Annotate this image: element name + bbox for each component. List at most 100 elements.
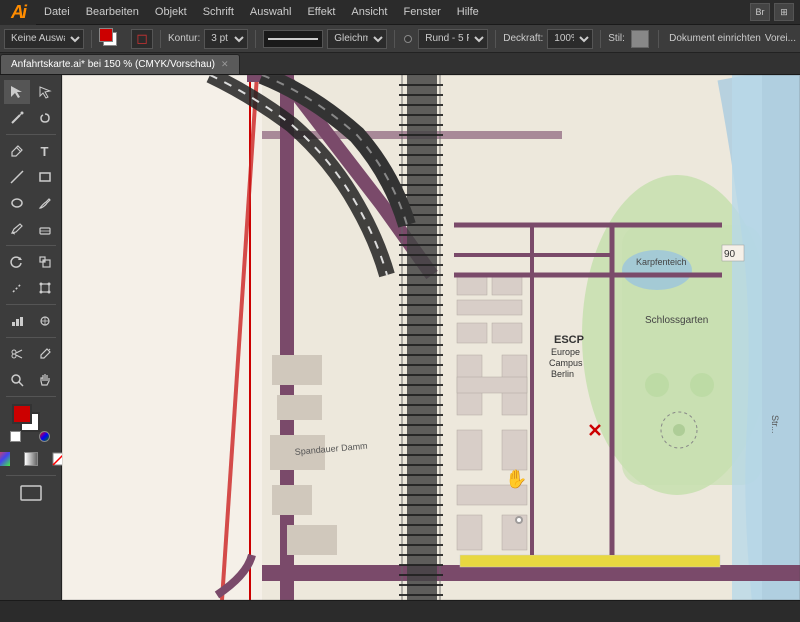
tab-label: Anfahrtskarte.ai* bei 150 % (CMYK/Vorsch… bbox=[11, 59, 215, 70]
free-transform-tool[interactable] bbox=[32, 276, 58, 300]
line-tool[interactable] bbox=[4, 165, 30, 189]
canvas-area[interactable]: 90 Spandauer Damm ESCP Europe Campus Ber… bbox=[62, 75, 800, 600]
rotate-tool-row bbox=[3, 249, 59, 275]
tool-sep-3 bbox=[6, 304, 56, 305]
tool-sep-6 bbox=[6, 475, 56, 476]
svg-text:Karpfenteich: Karpfenteich bbox=[636, 257, 687, 267]
brush-tool[interactable] bbox=[32, 191, 58, 215]
ellipse-tool[interactable] bbox=[4, 191, 30, 215]
screen-mode-btn[interactable] bbox=[18, 481, 44, 505]
menu-bearbeiten[interactable]: Bearbeiten bbox=[78, 0, 147, 25]
pen-tool-row: T bbox=[3, 138, 59, 164]
svg-text:Str...: Str... bbox=[770, 415, 780, 434]
graph-tool[interactable] bbox=[4, 309, 30, 333]
opacity-label: Deckraft: bbox=[503, 33, 543, 44]
direct-select-tool[interactable] bbox=[32, 80, 58, 104]
menu-auswahl[interactable]: Auswahl bbox=[242, 0, 300, 25]
sep3 bbox=[255, 30, 256, 48]
workspace-btn[interactable]: ⊞ bbox=[774, 3, 794, 21]
rect-tool[interactable] bbox=[32, 165, 58, 189]
style-label: Stil: bbox=[608, 33, 625, 44]
round-cap-icon bbox=[404, 35, 412, 43]
zoom-tool-row bbox=[3, 367, 59, 393]
selection-dropdown[interactable]: Keine Auswahl bbox=[4, 29, 84, 49]
symbol-sprayer-tool[interactable] bbox=[32, 309, 58, 333]
svg-text:ESCP: ESCP bbox=[554, 334, 584, 346]
fill-none-btn[interactable]: ◻ bbox=[131, 29, 153, 49]
menu-hilfe[interactable]: Hilfe bbox=[449, 0, 487, 25]
stroke-style-preview[interactable] bbox=[263, 30, 323, 48]
stroke-style-select[interactable]: Gleichm. bbox=[327, 29, 387, 49]
sep6 bbox=[600, 30, 601, 48]
rotate-tool[interactable] bbox=[4, 250, 30, 274]
svg-text:Berlin: Berlin bbox=[551, 369, 574, 379]
lasso-tool[interactable] bbox=[32, 106, 58, 130]
app-logo: Ai bbox=[0, 0, 36, 25]
default-colors-btn[interactable] bbox=[10, 431, 21, 442]
svg-text:Campus: Campus bbox=[549, 358, 583, 368]
color-swatches bbox=[10, 404, 52, 442]
warp-tool-row bbox=[3, 275, 59, 301]
menu-ansicht[interactable]: Ansicht bbox=[343, 0, 395, 25]
menu-objekt[interactable]: Objekt bbox=[147, 0, 195, 25]
magic-wand-tool[interactable] bbox=[4, 106, 30, 130]
scissor-tool-row bbox=[3, 341, 59, 367]
pen-tool[interactable] bbox=[4, 139, 30, 163]
solid-color-btn[interactable] bbox=[0, 447, 16, 471]
menubar: Ai Datei Bearbeiten Objekt Schrift Auswa… bbox=[0, 0, 800, 25]
eyedropper-tool[interactable] bbox=[32, 342, 58, 366]
menu-effekt[interactable]: Effekt bbox=[299, 0, 343, 25]
map-canvas: 90 Spandauer Damm ESCP Europe Campus Ber… bbox=[62, 75, 800, 600]
stroke-width-select[interactable]: 3 pt bbox=[204, 29, 248, 49]
statusbar bbox=[0, 600, 800, 622]
svg-text:Schlossgarten: Schlossgarten bbox=[645, 315, 708, 326]
eraser-tool[interactable] bbox=[32, 217, 58, 241]
tool-sep-5 bbox=[6, 396, 56, 397]
fill-color-swatch[interactable] bbox=[12, 404, 32, 424]
svg-text:Europe: Europe bbox=[551, 347, 580, 357]
scale-tool[interactable] bbox=[32, 250, 58, 274]
stroke-label: Kontur: bbox=[168, 33, 200, 44]
type-tool[interactable]: T bbox=[32, 139, 58, 163]
line-tool-row bbox=[3, 164, 59, 190]
pencil-tool[interactable] bbox=[4, 217, 30, 241]
vorei-btn[interactable]: Vorei... bbox=[765, 33, 796, 44]
opacity-select[interactable]: 100% bbox=[547, 29, 593, 49]
scissor-tool[interactable] bbox=[4, 342, 30, 366]
select-tool-row bbox=[3, 79, 59, 105]
svg-text:90: 90 bbox=[724, 249, 736, 260]
menu-fenster[interactable]: Fenster bbox=[395, 0, 448, 25]
tool-sep-2 bbox=[6, 245, 56, 246]
sep7 bbox=[658, 30, 659, 48]
map-svg: 90 Spandauer Damm ESCP Europe Campus Ber… bbox=[62, 75, 800, 600]
doc-einrichten-btn[interactable]: Dokument einrichten bbox=[669, 33, 761, 44]
gradient-btn[interactable] bbox=[18, 447, 44, 471]
select-tool[interactable] bbox=[4, 80, 30, 104]
warp-tool[interactable] bbox=[4, 276, 30, 300]
tool-sep-4 bbox=[6, 337, 56, 338]
sep4 bbox=[394, 30, 395, 48]
tabbar: Anfahrtskarte.ai* bei 150 % (CMYK/Vorsch… bbox=[0, 53, 800, 75]
svg-text:✋: ✋ bbox=[505, 468, 527, 489]
hand-tool[interactable] bbox=[32, 368, 58, 392]
menu-datei[interactable]: Datei bbox=[36, 0, 78, 25]
fill-indicator bbox=[99, 28, 113, 42]
sep1 bbox=[91, 30, 92, 48]
style-swatch bbox=[631, 30, 649, 48]
ellipse-tool-row bbox=[3, 190, 59, 216]
tab-close-btn[interactable]: ✕ bbox=[221, 59, 229, 70]
tool-sep-1 bbox=[6, 134, 56, 135]
toolbar: Keine Auswahl ◻ Kontur: 3 pt Gleichm. Ru… bbox=[0, 25, 800, 53]
left-toolbar: T bbox=[0, 75, 62, 600]
bridge-btn[interactable]: Br bbox=[750, 3, 770, 21]
swap-colors-btn[interactable] bbox=[39, 431, 50, 442]
sep5 bbox=[495, 30, 496, 48]
main-area: T bbox=[0, 75, 800, 600]
fill-stroke-indicator bbox=[99, 28, 127, 50]
menu-schrift[interactable]: Schrift bbox=[195, 0, 242, 25]
zoom-tool[interactable] bbox=[4, 368, 30, 392]
document-tab[interactable]: Anfahrtskarte.ai* bei 150 % (CMYK/Vorsch… bbox=[0, 54, 240, 74]
cap-style-select[interactable]: Rund - 5 Pt. bbox=[418, 29, 488, 49]
pencil-tool-row bbox=[3, 216, 59, 242]
sep2 bbox=[160, 30, 161, 48]
